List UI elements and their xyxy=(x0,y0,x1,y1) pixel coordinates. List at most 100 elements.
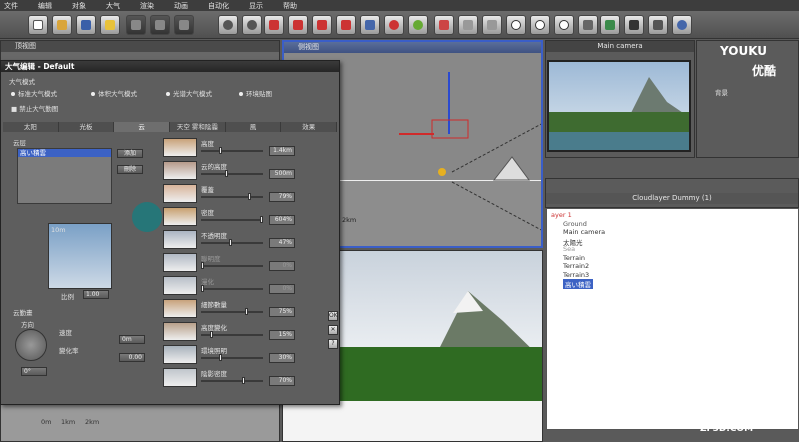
menu-item[interactable]: 渲染 xyxy=(140,1,154,11)
camera-icon[interactable] xyxy=(648,15,668,35)
tree-item[interactable]: Ground xyxy=(563,220,587,228)
cloud-param-slider[interactable] xyxy=(201,357,263,359)
link-icon[interactable] xyxy=(336,15,356,35)
cloud-param-value[interactable]: 0% xyxy=(269,261,295,271)
cloud-param-slider-knob[interactable] xyxy=(209,331,213,338)
copy-icon[interactable] xyxy=(150,15,170,35)
zoom-out-icon[interactable] xyxy=(554,15,574,35)
menu-item[interactable]: 编辑 xyxy=(38,1,52,11)
paste-icon[interactable] xyxy=(174,15,194,35)
cloud-param-slider[interactable] xyxy=(201,173,263,175)
cloud-param-slider[interactable] xyxy=(201,265,263,267)
globe-icon[interactable] xyxy=(672,15,692,35)
move-icon[interactable] xyxy=(264,15,284,35)
menu-item[interactable]: 帮助 xyxy=(283,1,297,11)
tab-sky-fog[interactable]: 天空 雾和陰霾 xyxy=(170,122,226,132)
menu-item[interactable]: 大气 xyxy=(106,1,120,11)
material-icon[interactable] xyxy=(384,15,404,35)
tab-light[interactable]: 光板 xyxy=(58,122,115,132)
rotate-icon[interactable] xyxy=(288,15,308,35)
cloud-param-slider-knob[interactable] xyxy=(201,262,204,269)
tab-wind[interactable]: 風 xyxy=(225,122,282,132)
menu-item[interactable]: 显示 xyxy=(249,1,263,11)
tab-sun[interactable]: 太阳 xyxy=(3,122,59,132)
cloud-param-value[interactable]: 75% xyxy=(269,307,295,317)
render-area-icon[interactable] xyxy=(482,15,502,35)
new-file-icon[interactable] xyxy=(28,15,48,35)
world-browser-tree[interactable]: ayer 1 Ground Main camera 太陽光 Sea Terrain Terr… xyxy=(546,208,799,430)
disable-atmosphere-checkbox[interactable]: ■ 禁止大气勤图 xyxy=(11,103,58,113)
mode-volumetric[interactable]: 体积大气模式 xyxy=(91,88,137,98)
cloud-param-slider[interactable] xyxy=(201,219,263,221)
rate-input[interactable]: 0.00 xyxy=(119,353,145,362)
color-picker-icon[interactable] xyxy=(408,15,428,35)
cloud-param-slider[interactable] xyxy=(201,150,263,152)
menu-item[interactable]: 文件 xyxy=(4,1,18,11)
zoom-in-icon[interactable] xyxy=(530,15,550,35)
film-icon[interactable] xyxy=(624,15,644,35)
render-icon[interactable] xyxy=(434,15,454,35)
render-preview-icon[interactable] xyxy=(458,15,478,35)
scale-icon[interactable] xyxy=(312,15,332,35)
menu-item[interactable]: 自动化 xyxy=(208,1,229,11)
landscape-icon[interactable] xyxy=(600,15,620,35)
tree-item[interactable]: Terrain xyxy=(563,254,585,262)
cloud-param-slider[interactable] xyxy=(201,288,263,290)
cloud-layer-selected[interactable]: 高い積雲 xyxy=(18,149,111,157)
cancel-button[interactable]: ✕ xyxy=(328,325,338,335)
speed-input[interactable]: 0m xyxy=(119,335,145,344)
ok-button[interactable]: OK xyxy=(328,311,338,321)
tab-clouds[interactable]: 云 xyxy=(114,122,171,132)
cloud-param-slider-knob[interactable] xyxy=(247,193,251,200)
cloud-param-slider-knob[interactable] xyxy=(245,308,249,315)
help-button[interactable]: ? xyxy=(328,339,338,349)
cloud-param-slider[interactable] xyxy=(201,242,263,244)
cloud-param-value[interactable]: 1.4km xyxy=(269,146,295,156)
tree-item[interactable]: Sea xyxy=(563,245,575,253)
cloud-param-slider-knob[interactable] xyxy=(260,216,263,223)
cloud-param-slider-knob[interactable] xyxy=(218,147,222,154)
mode-standard[interactable]: 标准大气模式 xyxy=(11,88,57,98)
tree-item[interactable]: ayer 1 xyxy=(551,211,572,219)
cloud-param-slider-knob[interactable] xyxy=(242,377,246,384)
cloud-param-value[interactable]: 604% xyxy=(269,215,295,225)
cloud-param-slider[interactable] xyxy=(201,196,263,198)
menu-item[interactable]: 动画 xyxy=(174,1,188,11)
cloud-param-value[interactable]: 79% xyxy=(269,192,295,202)
cloud-param-value[interactable]: 0% xyxy=(269,284,295,294)
group-icon[interactable] xyxy=(360,15,380,35)
fit-view-icon[interactable] xyxy=(578,15,598,35)
direction-dial[interactable] xyxy=(15,329,47,361)
mode-environment[interactable]: 环境贴图 xyxy=(239,88,272,98)
add-layer-button[interactable]: 添加 xyxy=(117,149,143,158)
tree-item[interactable]: Terrain3 xyxy=(563,271,589,279)
angle-input[interactable]: 0° xyxy=(21,367,47,376)
open-file-icon[interactable] xyxy=(52,15,72,35)
cloud-param-slider[interactable] xyxy=(201,311,263,313)
mode-spectral[interactable]: 光谱大气模式 xyxy=(166,88,212,98)
cloud-param-value[interactable]: 47% xyxy=(269,238,295,248)
cloud-param-value[interactable]: 500m xyxy=(269,169,295,179)
cloud-layer-list[interactable]: 高い積雲 xyxy=(17,148,112,204)
save-icon[interactable] xyxy=(76,15,96,35)
cut-icon[interactable] xyxy=(126,15,146,35)
tree-item[interactable]: Main camera xyxy=(563,228,605,236)
cloud-param-slider-knob[interactable] xyxy=(218,354,222,361)
cloud-param-value[interactable]: 30% xyxy=(269,353,295,363)
tab-effects[interactable]: 效果 xyxy=(281,122,338,132)
cloud-param-slider[interactable] xyxy=(201,380,263,382)
redo-icon[interactable] xyxy=(242,15,262,35)
tree-item[interactable]: Terrain2 xyxy=(563,262,589,270)
delete-layer-button[interactable]: 刪除 xyxy=(117,165,143,174)
cloud-param-value[interactable]: 70% xyxy=(269,376,295,386)
undo-icon[interactable] xyxy=(218,15,238,35)
zoom-icon[interactable] xyxy=(506,15,526,35)
render-settings-icon[interactable] xyxy=(100,15,120,35)
ratio-input[interactable]: 1.00 xyxy=(83,290,109,299)
tree-item[interactable]: 高い積雲 xyxy=(563,279,593,289)
menu-item[interactable]: 对象 xyxy=(72,1,86,11)
cloud-param-slider-knob[interactable] xyxy=(201,285,204,292)
cloud-param-slider-knob[interactable] xyxy=(228,239,232,246)
cloud-param-value[interactable]: 15% xyxy=(269,330,295,340)
cloud-param-slider-knob[interactable] xyxy=(224,170,228,177)
